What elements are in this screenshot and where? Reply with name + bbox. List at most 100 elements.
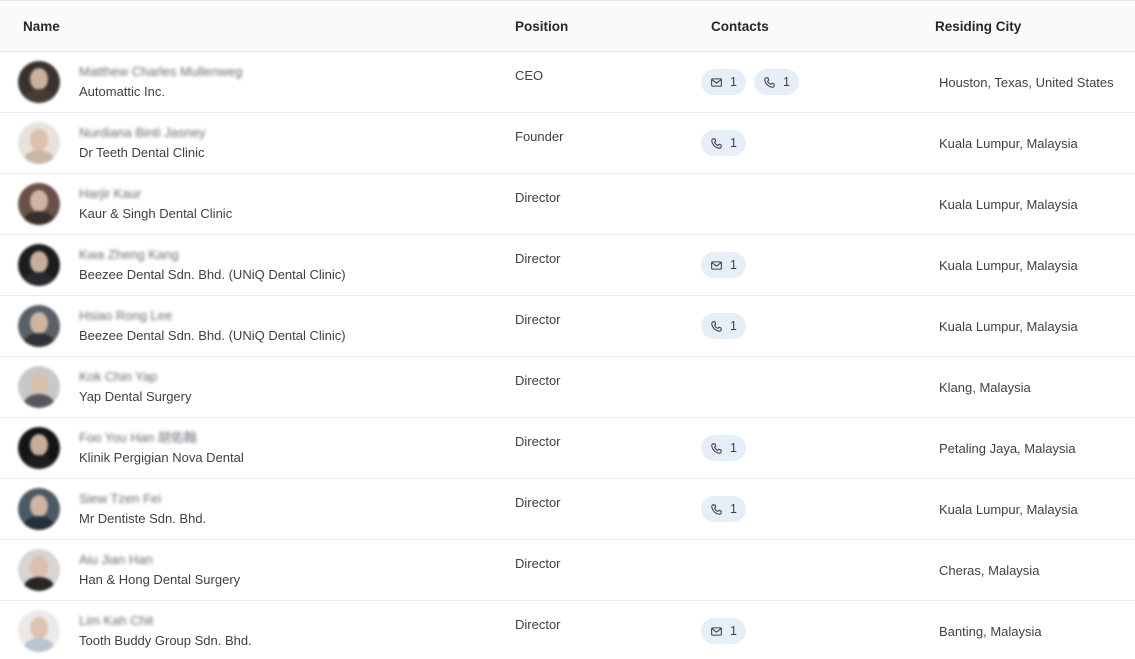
name-cell: Aiu Jian Han Han & Hong Dental Surgery: [0, 540, 492, 600]
column-header-position[interactable]: Position: [492, 19, 688, 34]
name-block: Nurdiana Binti Jasney Dr Teeth Dental Cl…: [79, 124, 205, 163]
name-block: Kwa Zheng Kang Beezee Dental Sdn. Bhd. (…: [79, 246, 346, 285]
name-cell: Matthew Charles Mullenweg Automattic Inc…: [0, 52, 492, 112]
contacts-cell: 1: [688, 296, 912, 356]
phone-icon: [763, 76, 783, 89]
name-block: Matthew Charles Mullenweg Automattic Inc…: [79, 63, 242, 102]
position-cell: Director: [515, 190, 561, 205]
column-header-city[interactable]: Residing City: [912, 19, 1135, 34]
email-count: 1: [730, 75, 737, 89]
contacts-table: Name Position Contacts Residing City Mat…: [0, 0, 1135, 659]
avatar[interactable]: [18, 244, 60, 286]
avatar-face: [30, 190, 48, 212]
email-contact-chip[interactable]: 1: [701, 618, 746, 644]
name-cell: Siew Tzen Fei Mr Dentiste Sdn. Bhd.: [0, 479, 492, 539]
position-cell: CEO: [515, 68, 544, 83]
avatar[interactable]: [18, 610, 60, 652]
phone-icon: [710, 442, 730, 455]
avatar-body: [24, 211, 54, 225]
avatar[interactable]: [18, 122, 60, 164]
column-header-name[interactable]: Name: [0, 19, 492, 34]
avatar[interactable]: [18, 183, 60, 225]
company-name[interactable]: Dr Teeth Dental Clinic: [79, 143, 205, 163]
person-name[interactable]: Kwa Zheng Kang: [79, 246, 346, 264]
phone-contact-chip[interactable]: 1: [701, 496, 746, 522]
phone-icon: [710, 320, 730, 333]
avatar[interactable]: [18, 61, 60, 103]
avatar-body: [24, 516, 54, 530]
person-name[interactable]: Hsiao Rong Lee: [79, 307, 346, 325]
avatar[interactable]: [18, 549, 60, 591]
table-row[interactable]: Matthew Charles Mullenweg Automattic Inc…: [0, 52, 1135, 113]
phone-contact-chip[interactable]: 1: [701, 313, 746, 339]
company-name[interactable]: Automattic Inc.: [79, 82, 242, 102]
table-row[interactable]: Kok Chin Yap Yap Dental Surgery Director…: [0, 357, 1135, 418]
person-name[interactable]: Harjir Kaur: [79, 185, 232, 203]
table-row[interactable]: Foo You Han 胡佑翰 Klinik Pergigian Nova De…: [0, 418, 1135, 479]
phone-contact-chip[interactable]: 1: [701, 435, 746, 461]
person-name[interactable]: Foo You Han 胡佑翰: [79, 429, 244, 447]
table-row[interactable]: Aiu Jian Han Han & Hong Dental Surgery D…: [0, 540, 1135, 601]
company-name[interactable]: Mr Dentiste Sdn. Bhd.: [79, 509, 206, 529]
avatar-body: [24, 394, 54, 408]
avatar-face: [30, 129, 48, 151]
phone-icon: [710, 503, 730, 516]
email-count: 1: [730, 258, 737, 272]
position-cell: Director: [515, 617, 561, 632]
avatar-face: [30, 495, 48, 517]
company-name[interactable]: Yap Dental Surgery: [79, 387, 192, 407]
contacts-cell: [688, 540, 912, 600]
table-row[interactable]: Hsiao Rong Lee Beezee Dental Sdn. Bhd. (…: [0, 296, 1135, 357]
avatar-face: [30, 373, 48, 395]
table-row[interactable]: Nurdiana Binti Jasney Dr Teeth Dental Cl…: [0, 113, 1135, 174]
table-header: Name Position Contacts Residing City: [0, 1, 1135, 52]
name-cell: Hsiao Rong Lee Beezee Dental Sdn. Bhd. (…: [0, 296, 492, 356]
company-name[interactable]: Klinik Pergigian Nova Dental: [79, 448, 244, 468]
city-cell: Petaling Jaya, Malaysia: [939, 440, 1076, 456]
email-contact-chip[interactable]: 1: [701, 69, 746, 95]
name-cell: Harjir Kaur Kaur & Singh Dental Clinic: [0, 174, 492, 234]
table-row[interactable]: Siew Tzen Fei Mr Dentiste Sdn. Bhd. Dire…: [0, 479, 1135, 540]
city-cell: Kuala Lumpur, Malaysia: [939, 318, 1078, 334]
company-name[interactable]: Han & Hong Dental Surgery: [79, 570, 240, 590]
avatar-body: [24, 638, 54, 652]
position-cell: Founder: [515, 129, 564, 144]
company-name[interactable]: Kaur & Singh Dental Clinic: [79, 204, 232, 224]
name-block: Foo You Han 胡佑翰 Klinik Pergigian Nova De…: [79, 429, 244, 468]
avatar-face: [30, 312, 48, 334]
phone-contact-chip[interactable]: 1: [701, 130, 746, 156]
column-header-contacts[interactable]: Contacts: [688, 19, 912, 34]
company-name[interactable]: Beezee Dental Sdn. Bhd. (UNiQ Dental Cli…: [79, 265, 346, 285]
position-cell: Director: [515, 373, 561, 388]
avatar[interactable]: [18, 427, 60, 469]
phone-count: 1: [730, 441, 737, 455]
mail-icon: [710, 259, 730, 272]
avatar[interactable]: [18, 366, 60, 408]
person-name[interactable]: Nurdiana Binti Jasney: [79, 124, 205, 142]
name-block: Hsiao Rong Lee Beezee Dental Sdn. Bhd. (…: [79, 307, 346, 346]
person-name[interactable]: Lim Kah Chit: [79, 612, 252, 630]
position-cell: Director: [515, 556, 561, 571]
avatar[interactable]: [18, 305, 60, 347]
person-name[interactable]: Aiu Jian Han: [79, 551, 240, 569]
phone-contact-chip[interactable]: 1: [753, 69, 799, 95]
table-row[interactable]: Harjir Kaur Kaur & Singh Dental Clinic D…: [0, 174, 1135, 235]
person-name[interactable]: Kok Chin Yap: [79, 368, 192, 386]
contacts-cell: 1: [688, 235, 912, 295]
avatar[interactable]: [18, 488, 60, 530]
person-name[interactable]: Matthew Charles Mullenweg: [79, 63, 242, 81]
avatar-face: [30, 251, 48, 273]
person-name[interactable]: Siew Tzen Fei: [79, 490, 206, 508]
company-name[interactable]: Beezee Dental Sdn. Bhd. (UNiQ Dental Cli…: [79, 326, 346, 346]
name-cell: Kwa Zheng Kang Beezee Dental Sdn. Bhd. (…: [0, 235, 492, 295]
name-block: Harjir Kaur Kaur & Singh Dental Clinic: [79, 185, 232, 224]
name-block: Aiu Jian Han Han & Hong Dental Surgery: [79, 551, 240, 590]
company-name[interactable]: Tooth Buddy Group Sdn. Bhd.: [79, 631, 252, 651]
position-cell: Director: [515, 312, 561, 327]
table-row[interactable]: Kwa Zheng Kang Beezee Dental Sdn. Bhd. (…: [0, 235, 1135, 296]
email-contact-chip[interactable]: 1: [701, 252, 746, 278]
table-row[interactable]: Lim Kah Chit Tooth Buddy Group Sdn. Bhd.…: [0, 601, 1135, 659]
name-block: Siew Tzen Fei Mr Dentiste Sdn. Bhd.: [79, 490, 206, 529]
avatar-face: [30, 68, 48, 90]
mail-icon: [710, 76, 730, 89]
